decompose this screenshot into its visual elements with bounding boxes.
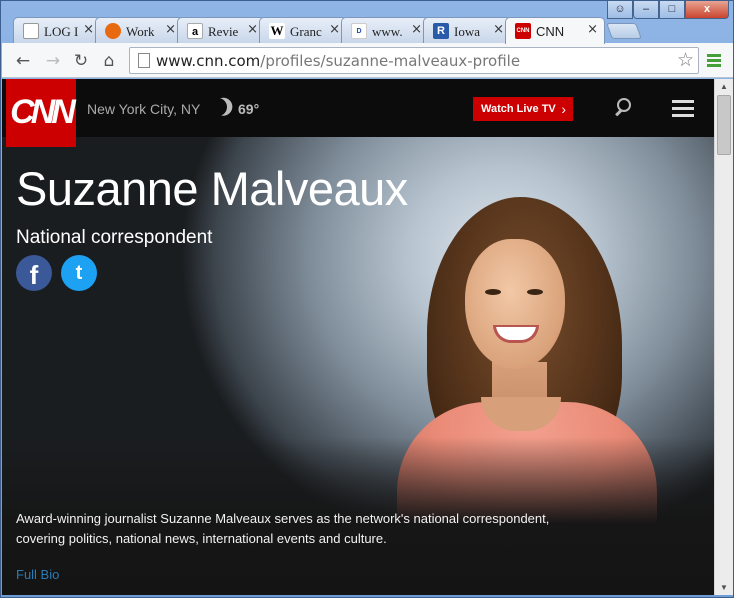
tab-close-icon[interactable]: × [411,22,422,37]
browser-toolbar: ← → ↻ ⌂ www.cnn.com/profiles/suzanne-mal… [2,43,733,78]
back-arrow-icon[interactable]: ← [12,50,34,72]
home-icon[interactable]: ⌂ [98,50,120,72]
chevron-right-icon: › [561,101,566,117]
document-icon [23,23,39,39]
tab-iowa[interactable]: R Iowa × [423,17,511,43]
watch-live-label: Watch Live TV [481,103,556,115]
tab-close-icon[interactable]: × [247,22,258,37]
work-icon [105,23,121,39]
cnn-icon: CNN [515,23,531,39]
tab-close-icon[interactable]: × [329,22,340,37]
scrollbar-thumb[interactable] [717,95,731,155]
tab-close-icon[interactable]: × [83,22,94,37]
profile-title: National correspondent [16,227,213,248]
facebook-icon[interactable]: f [16,255,52,291]
tab-log[interactable]: LOG I × [13,17,101,43]
tab-label: Revie [208,24,239,39]
bookmark-star-icon[interactable]: ☆ [677,49,694,71]
moon-icon [206,95,230,119]
tab-label: CNN [536,24,565,39]
profile-name: Suzanne Malveaux [16,162,408,215]
cnn-nav-bar: New York City, NY 69° Watch Live TV › [2,79,714,137]
weather-temperature[interactable]: 69° [238,101,259,117]
tab-amazon[interactable]: a Revie × [177,17,265,43]
browser-window: ☺ – □ x LOG I × Work × a Revie × W Granc… [0,0,734,598]
watch-live-tv-button[interactable]: Watch Live TV › [473,97,573,121]
cnn-logo[interactable]: CNN [6,79,76,147]
tab-cnn[interactable]: CNN CNN × [505,17,605,44]
page-viewport: New York City, NY 69° Watch Live TV › CN… [2,79,714,595]
tab-disney[interactable]: D www. × [341,17,429,43]
tab-close-icon[interactable]: × [493,22,504,37]
url-text[interactable]: www.cnn.com/profiles/suzanne-malveaux-pr… [156,52,520,70]
scroll-up-icon[interactable]: ▲ [720,82,728,91]
amazon-icon: a [187,23,203,39]
page-icon [138,53,150,68]
forward-arrow-icon[interactable]: → [42,50,64,72]
tab-work[interactable]: Work × [95,17,183,43]
tab-label: Iowa [454,24,480,39]
tab-close-icon[interactable]: × [587,22,598,37]
wikipedia-icon: W [269,23,285,39]
reload-icon[interactable]: ↻ [70,50,92,72]
tab-label: www. [372,24,403,39]
weather-location[interactable]: New York City, NY [87,101,200,117]
twitter-icon[interactable]: t [61,255,97,291]
search-icon[interactable] [613,96,635,120]
tab-close-icon[interactable]: × [165,22,176,37]
url-path: /profiles/suzanne-malveaux-profile [260,52,521,70]
tab-label: LOG I [44,24,78,39]
new-tab-button[interactable] [606,23,642,39]
vertical-scrollbar[interactable]: ▲ ▼ [714,79,733,595]
disney-icon: D [351,23,367,39]
tab-label: Granc [290,24,322,39]
tab-wikipedia[interactable]: W Granc × [259,17,347,43]
full-bio-link[interactable]: Full Bio [16,567,59,582]
profile-bio: Award-winning journalist Suzanne Malveau… [16,511,550,546]
url-domain: www.cnn.com [156,52,261,70]
chrome-menu-icon[interactable] [707,54,721,69]
address-bar[interactable]: www.cnn.com/profiles/suzanne-malveaux-pr… [129,47,699,74]
hamburger-menu-icon[interactable] [672,100,694,121]
scroll-down-icon[interactable]: ▼ [720,583,728,592]
tab-label: Work [126,24,155,39]
register-icon: R [433,23,449,39]
